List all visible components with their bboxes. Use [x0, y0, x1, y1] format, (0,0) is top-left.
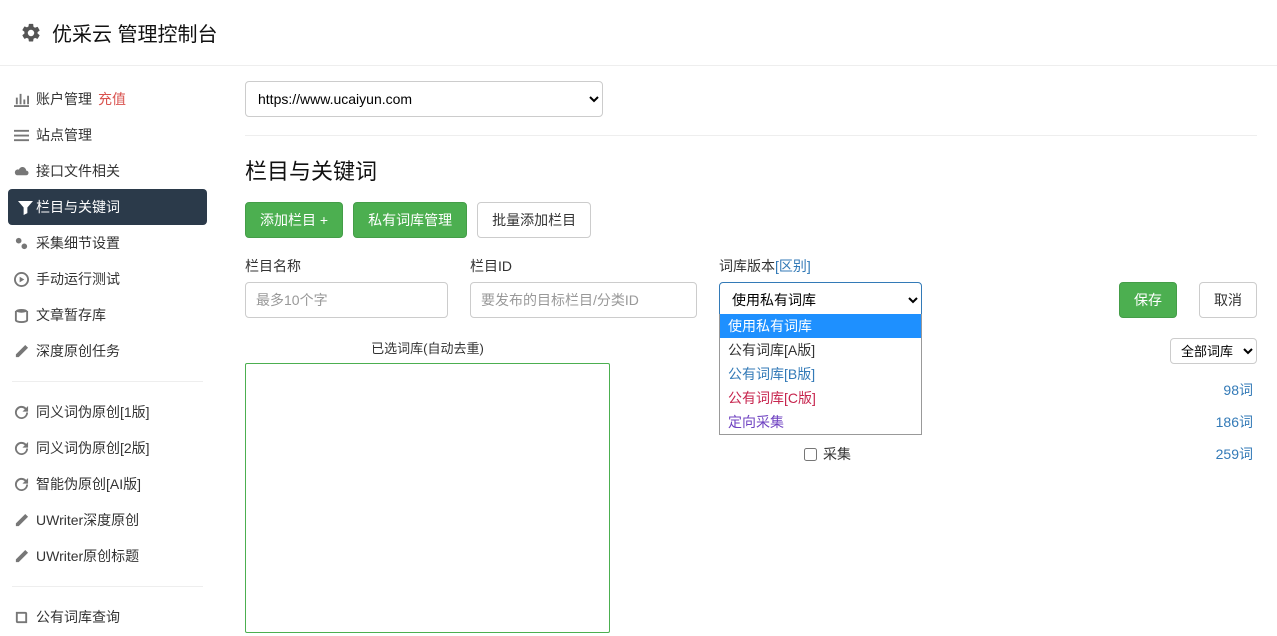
- action-buttons: 添加栏目 + 私有词库管理 批量添加栏目: [245, 202, 1257, 238]
- sidebar-item-run-test[interactable]: 手动运行测试: [0, 261, 215, 297]
- version-option-private[interactable]: 使用私有词库: [720, 314, 921, 338]
- sidebar-item-ai[interactable]: 智能伪原创[AI版]: [0, 466, 215, 502]
- version-diff-link[interactable]: [区别]: [775, 258, 811, 274]
- field-label: 栏目名称: [245, 256, 448, 276]
- sidebar-item-label: UWriter深度原创: [36, 510, 139, 530]
- section-title: 栏目与关键词: [245, 154, 1257, 186]
- site-select[interactable]: https://www.ucaiyun.com: [245, 81, 603, 117]
- sidebar-item-label: 公有词库查询: [36, 607, 120, 627]
- sidebar-item-deep-original[interactable]: 深度原创任务: [0, 333, 215, 369]
- field-label: 词库版本[区别]: [719, 256, 922, 276]
- wordlib-version-select[interactable]: 使用私有词库: [719, 282, 922, 318]
- sidebar-item-collect-settings[interactable]: 采集细节设置: [0, 225, 215, 261]
- sidebar-separator: [12, 586, 203, 587]
- sidebar-item-article-store[interactable]: 文章暂存库: [0, 297, 215, 333]
- version-option-a[interactable]: 公有词库[A版]: [720, 338, 921, 362]
- sidebar-item-syn2[interactable]: 同义词伪原创[2版]: [0, 430, 215, 466]
- private-wordlib-button[interactable]: 私有词库管理: [353, 202, 467, 238]
- edit-icon: [14, 513, 29, 528]
- header: 优采云 管理控制台: [0, 0, 1277, 66]
- form-row: 栏目名称 栏目ID 词库版本[区别] 使用私有词库 使用私有词库 公有词库[A版…: [245, 256, 1257, 318]
- sidebar-item-label: 深度原创任务: [36, 341, 120, 361]
- database-icon: [14, 308, 29, 323]
- wordlib-count-link[interactable]: 259词: [1216, 444, 1253, 464]
- sidebar-item-label: 手动运行测试: [36, 269, 120, 289]
- field-column-name: 栏目名称: [245, 256, 448, 318]
- bar-chart-icon: [14, 92, 29, 107]
- sidebar-item-account[interactable]: 账户管理 充值: [0, 81, 215, 117]
- sidebar-item-label: 采集细节设置: [36, 233, 120, 253]
- sidebar-item-sites[interactable]: 站点管理: [0, 117, 215, 153]
- save-button[interactable]: 保存: [1119, 282, 1177, 318]
- wordlib-version-dropdown: 使用私有词库 公有词库[A版] 公有词库[B版] 公有词库[C版] 定向采集: [719, 314, 922, 435]
- field-label: 栏目ID: [470, 256, 697, 276]
- wordlib-count-link[interactable]: 98词: [1223, 380, 1253, 400]
- filter-icon: [18, 200, 33, 215]
- wordlib-label: 采集: [823, 444, 851, 464]
- sidebar-item-uwriter-deep[interactable]: UWriter深度原创: [0, 502, 215, 538]
- wordlib-checkbox[interactable]: [804, 448, 817, 461]
- selected-wordlib-title: 已选词库(自动去重): [245, 338, 610, 357]
- field-wordlib-version: 词库版本[区别] 使用私有词库 使用私有词库 公有词库[A版] 公有词库[B版]…: [719, 256, 922, 318]
- sidebar-separator: [12, 381, 203, 382]
- sidebar-item-label: 栏目与关键词: [36, 197, 120, 217]
- recharge-badge[interactable]: 充值: [98, 89, 126, 109]
- selected-wordlib-panel: 已选词库(自动去重): [245, 338, 610, 633]
- play-icon: [14, 272, 29, 287]
- header-title: 优采云 管理控制台: [52, 18, 218, 47]
- gear-icon: [20, 22, 42, 44]
- sidebar-item-label: 站点管理: [36, 125, 92, 145]
- edit-icon: [14, 344, 29, 359]
- book-icon: [14, 610, 29, 625]
- wordlib-row: 采集 259词: [800, 438, 1257, 470]
- sidebar-item-columns[interactable]: 栏目与关键词: [8, 189, 207, 225]
- field-column-id: 栏目ID: [470, 256, 697, 318]
- batch-add-button[interactable]: 批量添加栏目: [477, 202, 591, 238]
- main-content: https://www.ucaiyun.com 栏目与关键词 添加栏目 + 私有…: [215, 66, 1277, 635]
- sidebar-item-label: UWriter原创标题: [36, 546, 139, 566]
- cloud-icon: [14, 164, 29, 179]
- wordlib-filter-select[interactable]: 全部词库: [1170, 338, 1257, 364]
- list-icon: [14, 128, 29, 143]
- version-label-text: 词库版本: [719, 258, 775, 274]
- sidebar-item-label: 账户管理: [36, 89, 92, 109]
- sidebar-item-api[interactable]: 接口文件相关: [0, 153, 215, 189]
- sidebar-item-label: 文章暂存库: [36, 305, 106, 325]
- selected-wordlib-box[interactable]: [245, 363, 610, 633]
- refresh-icon: [14, 441, 29, 456]
- sidebar-item-public-wordlib[interactable]: 公有词库查询: [0, 599, 215, 635]
- sidebar-item-uwriter-title[interactable]: UWriter原创标题: [0, 538, 215, 574]
- cogs-icon: [14, 236, 29, 251]
- column-id-input[interactable]: [470, 282, 697, 318]
- sidebar: 账户管理 充值 站点管理 接口文件相关 栏目与关键词 采集细节设置 手动运行测试…: [0, 66, 215, 635]
- refresh-icon: [14, 477, 29, 492]
- cancel-button[interactable]: 取消: [1199, 282, 1257, 318]
- sidebar-item-label: 智能伪原创[AI版]: [36, 474, 141, 494]
- refresh-icon: [14, 405, 29, 420]
- sidebar-item-label: 接口文件相关: [36, 161, 120, 181]
- add-column-button[interactable]: 添加栏目 +: [245, 202, 343, 238]
- sidebar-item-syn1[interactable]: 同义词伪原创[1版]: [0, 394, 215, 430]
- edit-icon: [14, 549, 29, 564]
- sidebar-item-label: 同义词伪原创[2版]: [36, 438, 150, 458]
- wordlib-count-link[interactable]: 186词: [1216, 412, 1253, 432]
- version-option-directed[interactable]: 定向采集: [720, 410, 921, 434]
- sidebar-item-label: 同义词伪原创[1版]: [36, 402, 150, 422]
- divider: [245, 135, 1257, 136]
- version-option-b[interactable]: 公有词库[B版]: [720, 362, 921, 386]
- column-name-input[interactable]: [245, 282, 448, 318]
- version-option-c[interactable]: 公有词库[C版]: [720, 386, 921, 410]
